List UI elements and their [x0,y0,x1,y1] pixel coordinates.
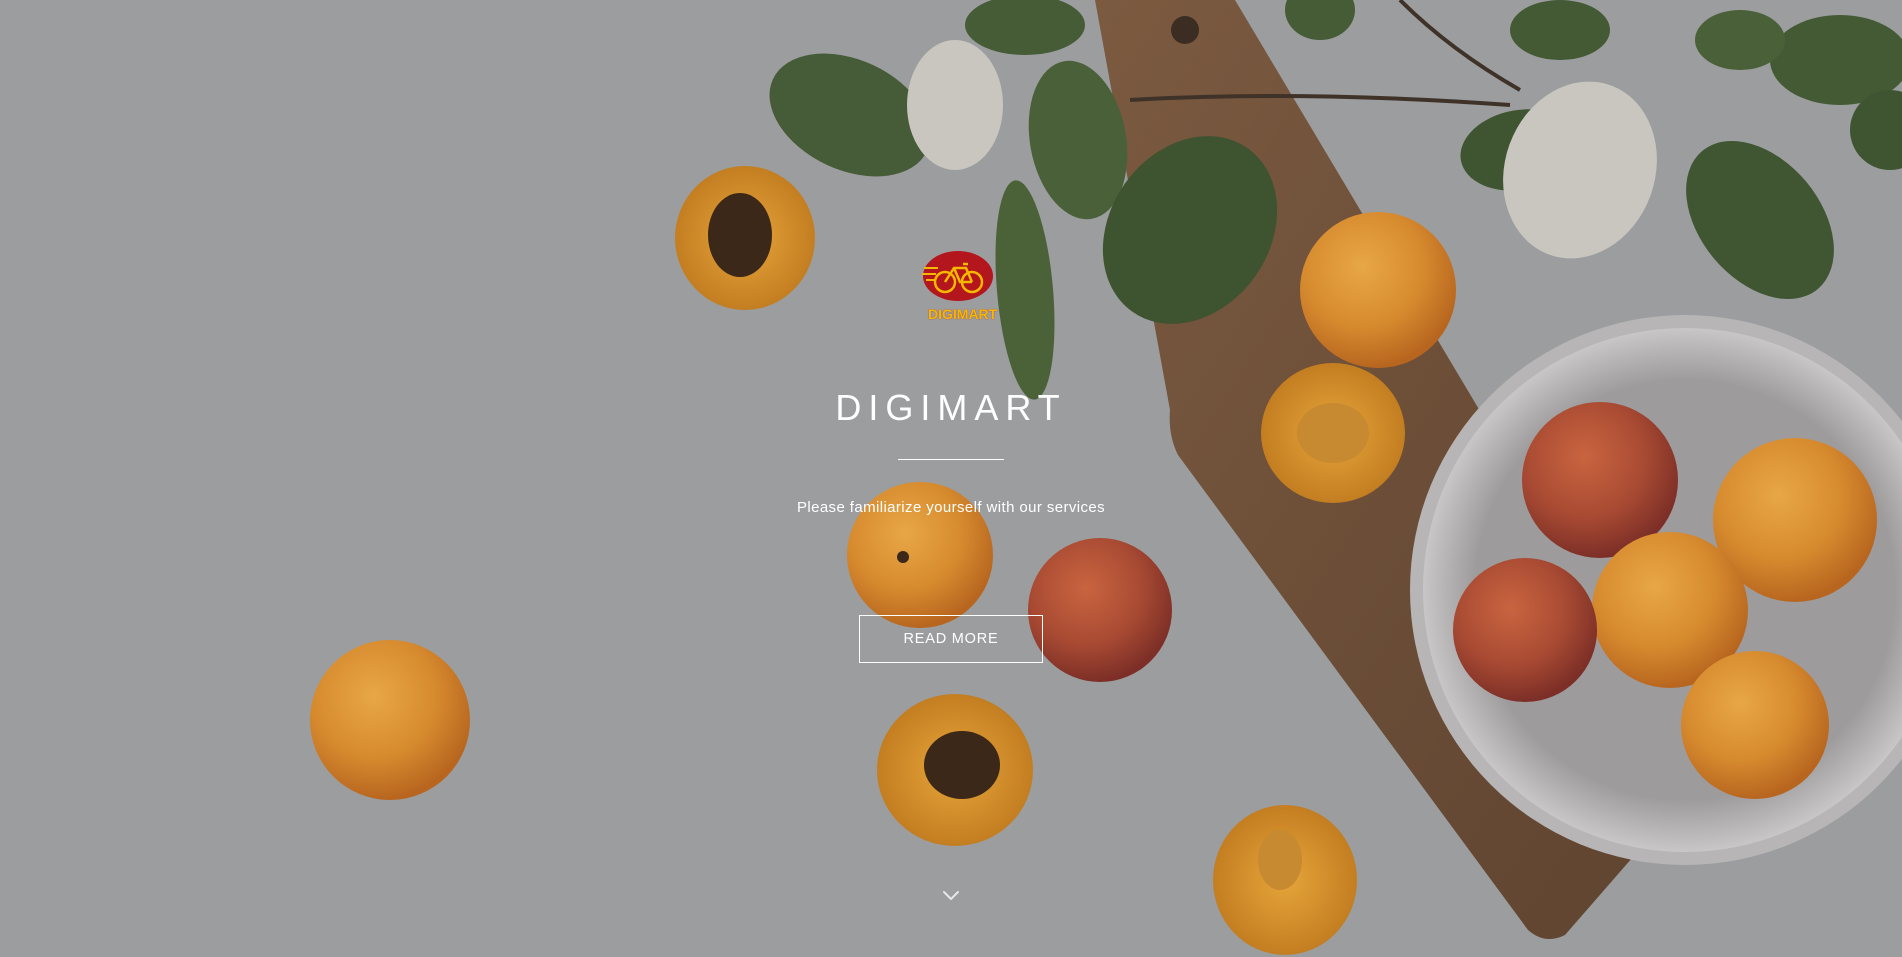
scroll-down-button[interactable] [940,884,962,906]
digimart-logo[interactable]: DIGIMART [918,250,998,330]
title-divider [898,459,1004,460]
page-title: DIGIMART [835,387,1067,428]
read-more-button[interactable]: READ MORE [859,615,1043,663]
chevron-down-icon [943,891,959,900]
hero-section: DIGIMART DIGIMART Please familiarize you… [0,0,1902,957]
hero-content: DIGIMART DIGIMART Please familiarize you… [0,0,1902,957]
hero-subtitle: Please familiarize yourself with our ser… [796,499,1106,516]
logo-wordmark: DIGIMART [928,306,998,322]
